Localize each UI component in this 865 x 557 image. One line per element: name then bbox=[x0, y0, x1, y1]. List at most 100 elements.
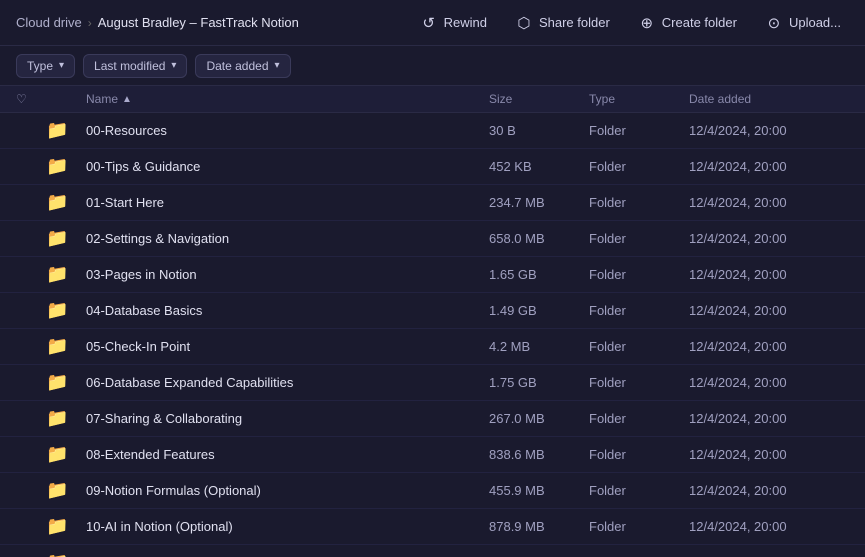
share-button[interactable]: ⬡ Share folder bbox=[507, 10, 618, 36]
row-name: 07-Sharing & Collaborating bbox=[86, 411, 489, 426]
table-row[interactable]: 📁 06-Database Expanded Capabilities 1.75… bbox=[0, 365, 865, 401]
table-row[interactable]: 📁 05-Check-In Point 4.2 MB Folder 12/4/2… bbox=[0, 329, 865, 365]
rewind-button[interactable]: ↺ Rewind bbox=[412, 10, 495, 36]
row-date: 12/4/2024, 20:00 bbox=[689, 483, 849, 498]
row-size: 658.0 MB bbox=[489, 231, 589, 246]
table-row[interactable]: 📁 03-Pages in Notion 1.65 GB Folder 12/4… bbox=[0, 257, 865, 293]
table-row[interactable]: 📁 00-Resources 30 B Folder 12/4/2024, 20… bbox=[0, 113, 865, 149]
filter-last-modified-label: Last modified bbox=[94, 59, 165, 73]
table-row[interactable]: 📁 08-Extended Features 838.6 MB Folder 1… bbox=[0, 437, 865, 473]
folder-icon: 📁 bbox=[46, 480, 86, 501]
upload-button[interactable]: ⊙ Upload... bbox=[757, 10, 849, 36]
folder-icon: 📁 bbox=[46, 336, 86, 357]
table-row[interactable]: 📁 07-Sharing & Collaborating 267.0 MB Fo… bbox=[0, 401, 865, 437]
row-size: 452 KB bbox=[489, 159, 589, 174]
table-row[interactable]: 📁 09-Notion Formulas (Optional) 455.9 MB… bbox=[0, 473, 865, 509]
filter-last-modified-button[interactable]: Last modified ▾ bbox=[83, 54, 187, 78]
upload-label: Upload... bbox=[789, 15, 841, 30]
row-date: 12/4/2024, 20:00 bbox=[689, 159, 849, 174]
row-size: 455.9 MB bbox=[489, 483, 589, 498]
breadcrumb-root[interactable]: Cloud drive bbox=[16, 15, 82, 30]
folder-icon: 📁 bbox=[46, 120, 86, 141]
sort-icon: ▲ bbox=[122, 94, 132, 105]
th-date-added: Date added bbox=[689, 92, 849, 106]
rewind-icon: ↺ bbox=[420, 14, 438, 32]
row-size: 267.0 MB bbox=[489, 411, 589, 426]
row-type: Folder bbox=[589, 375, 689, 390]
chevron-down-icon: ▾ bbox=[275, 60, 280, 71]
table-row[interactable]: 📁 00-Tips & Guidance 452 KB Folder 12/4/… bbox=[0, 149, 865, 185]
folder-icon: 📁 bbox=[46, 228, 86, 249]
folder-icon: 📁 bbox=[46, 444, 86, 465]
row-size: 1.75 GB bbox=[489, 375, 589, 390]
create-icon: ⊕ bbox=[638, 14, 656, 32]
breadcrumb: Cloud drive › August Bradley – FastTrack… bbox=[16, 15, 299, 30]
table-header: ♡ Name ▲ Size Type Date added bbox=[0, 86, 865, 113]
row-size: 234.7 MB bbox=[489, 195, 589, 210]
row-date: 12/4/2024, 20:00 bbox=[689, 447, 849, 462]
row-type: Folder bbox=[589, 339, 689, 354]
row-name: 00-Tips & Guidance bbox=[86, 159, 489, 174]
row-size: 1.65 GB bbox=[489, 267, 589, 282]
th-name[interactable]: Name ▲ bbox=[86, 92, 489, 106]
row-size: 4.2 MB bbox=[489, 339, 589, 354]
row-type: Folder bbox=[589, 303, 689, 318]
breadcrumb-separator: › bbox=[88, 16, 92, 30]
row-date: 12/4/2024, 20:00 bbox=[689, 231, 849, 246]
th-favorite: ♡ bbox=[16, 92, 46, 106]
row-type: Folder bbox=[589, 231, 689, 246]
folder-icon: 📁 bbox=[46, 192, 86, 213]
row-type: Folder bbox=[589, 411, 689, 426]
row-date: 12/4/2024, 20:00 bbox=[689, 375, 849, 390]
row-type: Folder bbox=[589, 195, 689, 210]
share-icon: ⬡ bbox=[515, 14, 533, 32]
table-row[interactable]: 📁 01-Start Here 234.7 MB Folder 12/4/202… bbox=[0, 185, 865, 221]
filter-type-label: Type bbox=[27, 59, 53, 73]
row-type: Folder bbox=[589, 267, 689, 282]
th-size: Size bbox=[489, 92, 589, 106]
filter-date-added-label: Date added bbox=[206, 59, 268, 73]
row-date: 12/4/2024, 20:00 bbox=[689, 195, 849, 210]
chevron-down-icon: ▾ bbox=[59, 60, 64, 71]
file-list: 📁 00-Resources 30 B Folder 12/4/2024, 20… bbox=[0, 113, 865, 557]
row-type: Folder bbox=[589, 519, 689, 534]
share-label: Share folder bbox=[539, 15, 610, 30]
row-name: 03-Pages in Notion bbox=[86, 267, 489, 282]
table-row[interactable]: 📁 02-Settings & Navigation 658.0 MB Fold… bbox=[0, 221, 865, 257]
row-name: 08-Extended Features bbox=[86, 447, 489, 462]
upload-icon: ⊙ bbox=[765, 14, 783, 32]
folder-icon: 📁 bbox=[46, 552, 86, 557]
create-button[interactable]: ⊕ Create folder bbox=[630, 10, 745, 36]
folder-icon: 📁 bbox=[46, 408, 86, 429]
folder-icon: 📁 bbox=[46, 516, 86, 537]
row-name: 10-AI in Notion (Optional) bbox=[86, 519, 489, 534]
row-name: 05-Check-In Point bbox=[86, 339, 489, 354]
table-row[interactable]: 📁 11-Notion Calendar (Optional) 445.0 MB… bbox=[0, 545, 865, 557]
breadcrumb-current: August Bradley – FastTrack Notion bbox=[98, 15, 299, 30]
row-name: 04-Database Basics bbox=[86, 303, 489, 318]
table-row[interactable]: 📁 04-Database Basics 1.49 GB Folder 12/4… bbox=[0, 293, 865, 329]
chevron-down-icon: ▾ bbox=[171, 60, 176, 71]
row-name: 09-Notion Formulas (Optional) bbox=[86, 483, 489, 498]
row-date: 12/4/2024, 20:00 bbox=[689, 123, 849, 138]
rewind-label: Rewind bbox=[444, 15, 487, 30]
header-actions: ↺ Rewind ⬡ Share folder ⊕ Create folder … bbox=[412, 10, 849, 36]
header: Cloud drive › August Bradley – FastTrack… bbox=[0, 0, 865, 46]
row-date: 12/4/2024, 20:00 bbox=[689, 519, 849, 534]
row-type: Folder bbox=[589, 483, 689, 498]
row-size: 838.6 MB bbox=[489, 447, 589, 462]
table-row[interactable]: 📁 10-AI in Notion (Optional) 878.9 MB Fo… bbox=[0, 509, 865, 545]
row-type: Folder bbox=[589, 447, 689, 462]
row-size: 878.9 MB bbox=[489, 519, 589, 534]
filter-type-button[interactable]: Type ▾ bbox=[16, 54, 75, 78]
th-type: Type bbox=[589, 92, 689, 106]
row-date: 12/4/2024, 20:00 bbox=[689, 411, 849, 426]
row-date: 12/4/2024, 20:00 bbox=[689, 303, 849, 318]
folder-icon: 📁 bbox=[46, 300, 86, 321]
filter-date-added-button[interactable]: Date added ▾ bbox=[195, 54, 290, 78]
row-date: 12/4/2024, 20:00 bbox=[689, 339, 849, 354]
heart-icon: ♡ bbox=[16, 92, 27, 106]
filter-bar: Type ▾ Last modified ▾ Date added ▾ bbox=[0, 46, 865, 86]
row-type: Folder bbox=[589, 123, 689, 138]
folder-icon: 📁 bbox=[46, 156, 86, 177]
